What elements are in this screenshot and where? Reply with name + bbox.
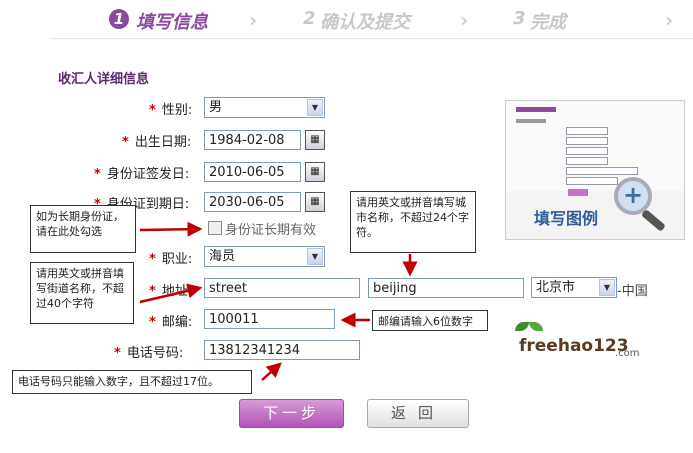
logo: freehao123 .com — [505, 322, 645, 362]
magnifier-handle — [640, 209, 666, 232]
arrow-street — [139, 283, 203, 304]
example-thumbnail[interactable]: + 填写图例 — [505, 100, 685, 240]
logo-text: freehao123 — [519, 336, 629, 356]
arrow-long-term — [139, 221, 203, 237]
back-button[interactable]: 返回 — [367, 399, 469, 428]
example-title: 填写图例 — [534, 209, 599, 228]
arrow-phone — [261, 362, 282, 381]
leaf-icon — [529, 322, 543, 331]
logo-suffix: .com — [615, 348, 640, 359]
example-form-preview — [506, 101, 684, 196]
leaf-icon — [515, 322, 529, 331]
next-button[interactable]: 下一步 — [239, 399, 344, 428]
